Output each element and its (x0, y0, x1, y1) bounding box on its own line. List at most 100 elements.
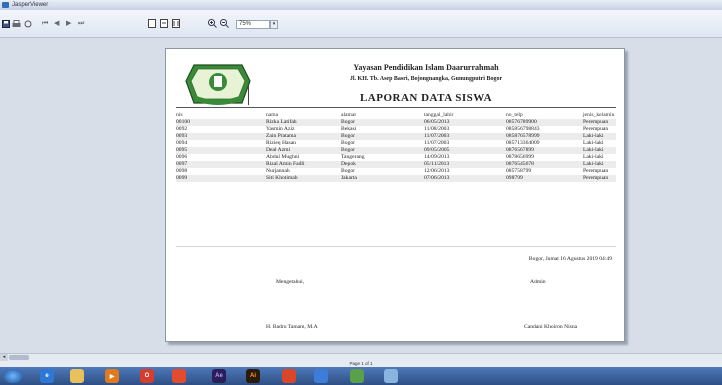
cell-nis: 0098 (176, 168, 188, 174)
cell-nama: Yasmin Aziz (266, 126, 295, 132)
report-title: LAPORAN DATA SISWA (359, 92, 493, 104)
cell-nama: Zain Pratama (266, 133, 296, 139)
header-divider (248, 85, 249, 105)
header-rule (176, 107, 616, 108)
cell-no-telp: 085758799 (506, 168, 532, 174)
column-header: nama (266, 112, 279, 118)
cell-nama: Deal Azmi (266, 147, 291, 153)
summary-divider (176, 246, 616, 247)
table-row: 00100 Rizka Latifah Bogor 06/05/2013 085… (176, 119, 616, 126)
cell-no-telp: 085856798843 (506, 126, 540, 132)
previous-page-button[interactable]: ◀ (54, 19, 59, 28)
internet-explorer-icon[interactable]: e (40, 369, 54, 383)
column-header: tanggal_lahir (424, 112, 454, 118)
cell-jenis-kelamin: Laki-laki (583, 154, 604, 160)
cell-jenis-kelamin: Perempuan (583, 119, 609, 125)
table-row: 0093 Zain Pratama Bogor 11/07/2003 08587… (176, 133, 616, 140)
scroll-left-icon[interactable]: ◂ (0, 354, 8, 361)
horizontal-scrollbar[interactable]: ◂ (0, 353, 722, 361)
chevron-down-icon[interactable]: ▾ (270, 20, 278, 29)
cell-nama: Rizieq Hasan (266, 140, 296, 146)
student-table: nis nama alamat tanggal_lahir no_telp je… (176, 112, 616, 182)
cell-no-telp: 085713364009 (506, 140, 540, 146)
media-player-icon[interactable]: ▶ (105, 369, 119, 383)
taskbar: e ▶ O Ae Ai (0, 367, 722, 385)
column-header: no_telp (506, 112, 523, 118)
illustrator-icon[interactable]: Ai (246, 369, 260, 383)
cell-tanggal-lahir: 05/11/2013 (424, 161, 450, 167)
cell-nis: 0094 (176, 140, 188, 146)
window-title: JasperViewer (12, 2, 49, 8)
jasper-viewer-taskbar-icon[interactable] (384, 369, 398, 383)
cell-tanggal-lahir: 11/07/2003 (424, 133, 450, 139)
print-icon[interactable] (12, 19, 21, 28)
cell-nis: 0095 (176, 147, 188, 153)
cell-nama: Siti Khotimah (266, 175, 298, 181)
cell-tanggal-lahir: 09/05/2005 (424, 147, 450, 153)
cell-no-telp: 08576789900 (506, 119, 537, 125)
opera-browser-icon[interactable]: O (140, 369, 154, 383)
scroll-thumb[interactable] (9, 355, 29, 360)
java-app-icon[interactable] (314, 369, 328, 383)
after-effects-icon[interactable]: Ae (212, 369, 226, 383)
cell-nis: 0096 (176, 154, 188, 160)
cell-nis: 00100 (176, 119, 190, 125)
approver-label: Mengetahui, (276, 279, 305, 285)
zoom-out-icon[interactable] (220, 19, 229, 28)
school-logo (185, 64, 251, 105)
report-viewport[interactable]: Yayasan Pendidikan Islam Daarurrahmah Jl… (0, 38, 722, 353)
fit-width-icon[interactable] (172, 19, 180, 28)
report-page: Yayasan Pendidikan Islam Daarurrahmah Jl… (165, 48, 625, 342)
cell-no-telp: 0876567899 (506, 147, 534, 153)
cell-nis: 0092 (176, 126, 188, 132)
cell-alamat: Bogor (341, 168, 355, 174)
cell-nis: 0093 (176, 133, 188, 139)
cell-alamat: Tangerang (341, 154, 365, 160)
column-header: jenis_kelamin (583, 112, 615, 118)
first-page-button[interactable]: ⏮ (42, 19, 48, 28)
admin-label: Admin (530, 279, 546, 285)
folder-icon[interactable] (70, 369, 84, 383)
fit-page-icon[interactable] (160, 19, 168, 28)
cell-alamat: Bogor (341, 140, 355, 146)
cell-tanggal-lahir: 11/07/2003 (424, 140, 450, 146)
cell-nis: 0097 (176, 161, 188, 167)
netbeans-icon[interactable] (350, 369, 364, 383)
approver-name: H. Badru Tamam, M.A (266, 324, 318, 330)
cell-no-telp: 0878656999 (506, 154, 534, 160)
cell-jenis-kelamin: Laki-laki (583, 147, 604, 153)
cell-jenis-kelamin: Perempuan (583, 168, 609, 174)
page-indicator: Page 1 of 1 (349, 361, 373, 366)
cell-tanggal-lahir: 12/06/2013 (424, 168, 450, 174)
column-header: nis (176, 112, 183, 118)
table-header-row: nis nama alamat tanggal_lahir no_telp je… (176, 112, 616, 119)
jasper-app-icon (2, 2, 9, 8)
column-header: alamat (341, 112, 356, 118)
cell-nis: 0099 (176, 175, 188, 181)
cell-tanggal-lahir: 07/06/2013 (424, 175, 450, 181)
zoom-combo[interactable]: 75% (236, 20, 270, 29)
cell-alamat: Jakarta (341, 175, 357, 181)
table-row: 0095 Deal Azmi Bogor 09/05/2005 08765678… (176, 147, 616, 154)
last-page-button[interactable]: ⏭ (78, 19, 84, 28)
table-row: 0092 Yasmin Aziz Bekasi 11/08/2003 08585… (176, 126, 616, 133)
table-row: 0098 Nurjannah Bogor 12/06/2013 08575879… (176, 168, 616, 175)
actual-size-icon[interactable] (148, 19, 156, 28)
save-icon[interactable] (2, 19, 10, 28)
admin-name: Candani Khoiron Nisna (524, 324, 578, 330)
cell-alamat: Bogor (341, 147, 355, 153)
cell-nama: Rizka Latifah (266, 119, 297, 125)
print-date: Bogor, Jumat 16 Agustus 2019 04:49 (528, 256, 612, 262)
zoom-in-icon[interactable] (208, 19, 217, 28)
next-page-button[interactable]: ▶ (66, 19, 71, 28)
powerpoint-icon[interactable] (282, 369, 296, 383)
cell-jenis-kelamin: Laki-laki (583, 133, 604, 139)
cell-tanggal-lahir: 06/05/2013 (424, 119, 450, 125)
window-titlebar: JasperViewer (0, 0, 722, 10)
reload-icon[interactable] (24, 19, 32, 28)
start-orb-icon[interactable] (4, 369, 22, 383)
cell-no-telp: 085876578999 (506, 133, 540, 139)
cell-jenis-kelamin: Laki-laki (583, 161, 604, 167)
chrome-browser-icon[interactable] (172, 369, 186, 383)
cell-no-telp: 0876545678 (506, 161, 534, 167)
